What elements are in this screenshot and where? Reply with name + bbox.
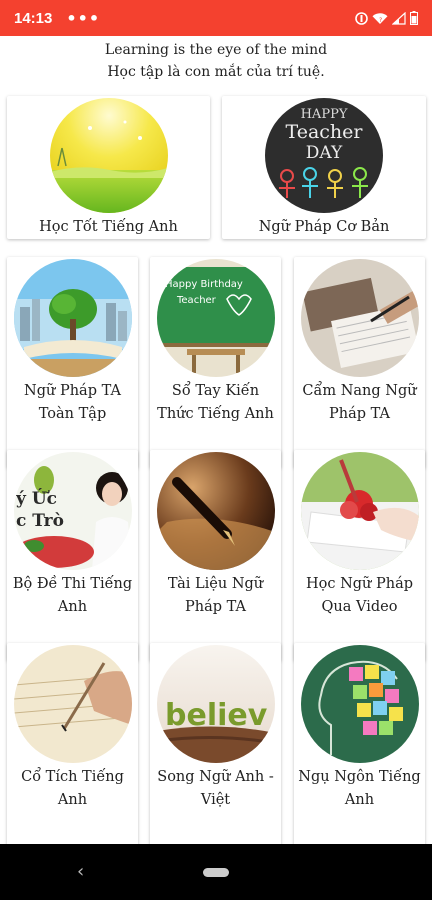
card-label: Cổ Tích Tiếng Anh [21,769,124,808]
card-label: Bộ Đề Thi Tiếng Anh [12,576,133,615]
menu-card-song-ngu[interactable]: believ Song Ngữ Anh - Việt [150,643,281,854]
card-label: Học Ngữ Pháp Qua Video [305,576,414,615]
meadow-sunlight-image [49,98,168,213]
header-quote: Learning is the eye of the mind Học tập … [0,36,432,83]
menu-card-ngu-phap-ta-toan-tap[interactable]: Ngữ Pháp TA Toàn Tập [7,257,138,468]
tree-on-book-city-image [13,259,132,377]
head-sticky-notes-image [300,645,419,763]
image-text-memories: ý Ức [15,488,57,509]
status-bar: 14:13 ••• ? [0,0,432,36]
image-text-teacher: Teacher [176,295,217,306]
status-icons: ? [355,11,418,25]
back-icon[interactable]: ‹ [77,861,84,882]
image-text-school: c Trò [16,511,64,531]
image-text-teacher: Teacher [286,121,364,143]
image-text-day: DAY [306,143,343,163]
quote-english: Learning is the eye of the mind [104,42,328,58]
menu-card-ngu-ngon[interactable]: Ngụ Ngôn Tiếng Anh [294,643,425,854]
system-nav-bar: ‹ [0,844,432,900]
menu-card-co-tich[interactable]: Cổ Tích Tiếng Anh [7,643,138,854]
menu-card-bo-de-thi[interactable]: ý Ức c Trò Bộ Đề Thi Tiếng Anh [7,450,138,661]
quote-vietnamese: Học tập là con mắt của trí tuệ. [107,64,325,80]
battery-icon [410,11,418,25]
menu-card-ngu-phap-co-ban[interactable]: HAPPY Teacher DAY Ngữ Pháp Cơ Bản [222,96,426,239]
quill-pen-writing-image [13,645,132,763]
card-label: Ngụ Ngôn Tiếng Anh [298,769,421,808]
svg-text:?: ? [379,17,382,24]
card-label: Cẩm Nang Ngữ Pháp TA [302,383,417,422]
signal-icon [392,11,406,25]
birthday-teacher-board-image: Happy Birthday Teacher [156,259,275,377]
main-content: Learning is the eye of the mind Học tập … [0,36,432,854]
chalkboard-teacher-day-image: HAPPY Teacher DAY [265,98,383,213]
menu-card-so-tay-kien-thuc[interactable]: Happy Birthday Teacher Sổ Tay Kiến Thức … [150,257,281,468]
notebooks-writing-image [300,259,419,377]
card-label: Tài Liệu Ngữ Pháp TA [167,576,264,615]
card-label: Học Tốt Tiếng Anh [39,219,178,235]
menu-card-hoc-tot-tieng-anh[interactable]: Học Tốt Tiếng Anh [7,96,210,239]
menu-card-hoc-qua-video[interactable]: Học Ngữ Pháp Qua Video [294,450,425,661]
home-pill-icon[interactable] [203,868,229,877]
do-not-disturb-icon [355,11,368,25]
wifi-icon: ? [372,12,388,24]
card-label: Ngữ Pháp Cơ Bản [258,219,390,235]
image-text-birthday: Happy Birthday [165,279,243,290]
menu-card-cam-nang-ngu-phap[interactable]: Cẩm Nang Ngữ Pháp TA [294,257,425,468]
card-label: Ngữ Pháp TA Toàn Tập [24,383,121,422]
menu-card-tai-lieu-ngu-phap[interactable]: Tài Liệu Ngữ Pháp TA [150,450,281,661]
notification-overflow-icon: ••• [66,8,101,28]
fountain-pen-writing-image [156,452,275,570]
image-text-happy: HAPPY [301,107,348,122]
card-label: Sổ Tay Kiến Thức Tiếng Anh [157,383,274,422]
school-memories-girl-image: ý Ức c Trò [13,452,132,570]
status-time: 14:13 [14,9,53,27]
believe-word-image: believ [156,645,275,763]
card-label: Song Ngữ Anh - Việt [157,769,274,808]
hand-writing-red-flower-image [300,452,419,570]
